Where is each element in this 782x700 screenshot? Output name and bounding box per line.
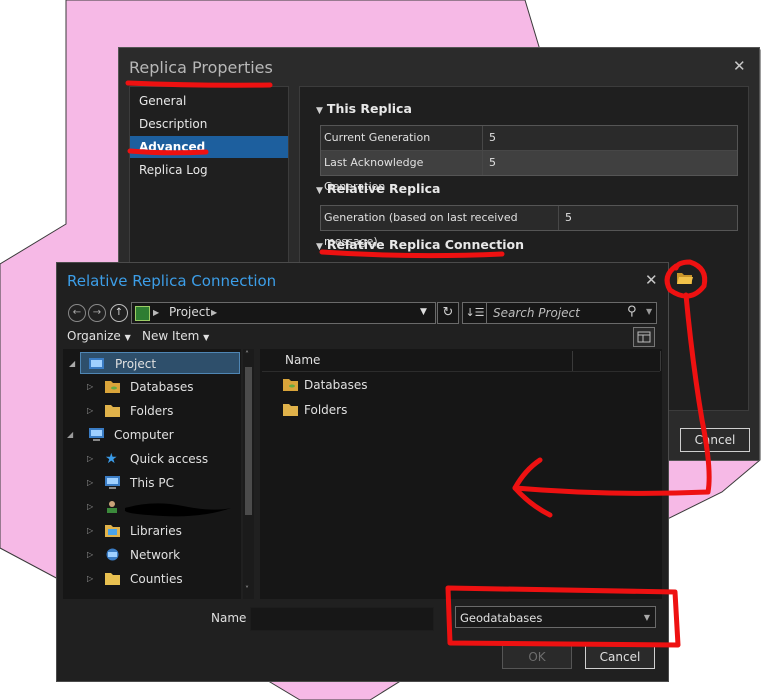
breadcrumb[interactable]: Project [169, 305, 210, 319]
pc-icon [105, 476, 120, 489]
project-icon [89, 358, 104, 369]
database-folder-icon [283, 379, 298, 391]
property-key: Current Generation [321, 126, 483, 150]
open-folder-icon[interactable] [676, 271, 694, 290]
search-box: ⚲ ▼ [486, 302, 657, 324]
breadcrumb-separator-icon: ▶ [211, 308, 218, 317]
relative-replica-table: Generation (based on last received messa… [320, 205, 738, 248]
this-replica-table: Current Generation 5 Last Acknowledge Ge… [320, 125, 738, 193]
folder-icon [283, 404, 298, 416]
expand-arrow-icon[interactable]: ▷ [87, 400, 97, 422]
breadcrumb-separator-icon: ▶ [153, 308, 160, 317]
expand-arrow-icon[interactable]: ▷ [87, 496, 97, 518]
table-row: Current Generation 5 [321, 126, 737, 151]
navigation-tree: Project ◢ ▷ Databases ▷ Folders ◢ Comput… [63, 349, 241, 599]
project-icon [135, 306, 150, 321]
chevron-down-icon: ▼ [316, 242, 323, 252]
redaction-mark [124, 503, 231, 517]
ok-button[interactable]: OK [502, 645, 572, 669]
expand-arrow-icon[interactable]: ▷ [87, 376, 97, 398]
property-key: Last Acknowledge Generation [321, 151, 483, 193]
cancel-button[interactable]: Cancel [585, 645, 655, 669]
view-options-icon[interactable] [633, 327, 655, 347]
folder-icon [105, 573, 120, 585]
dialog-title: Replica Properties [129, 58, 273, 77]
tree-item-project[interactable]: Project [80, 352, 240, 374]
chevron-down-icon[interactable]: ▼ [420, 307, 427, 317]
expand-arrow-icon[interactable]: ▷ [87, 544, 97, 566]
nav-item-general[interactable]: General [130, 90, 288, 112]
expand-arrow-icon[interactable]: ▷ [87, 472, 97, 494]
star-icon: ★ [105, 451, 118, 467]
new-item-button[interactable]: New Item ▼ [142, 329, 209, 343]
libraries-icon [105, 525, 120, 537]
organize-button[interactable]: Organize ▼ [67, 329, 131, 343]
section-relative-replica[interactable]: ▼ Relative Replica [316, 181, 440, 196]
back-icon[interactable]: ← [68, 304, 86, 322]
name-label: Name [211, 611, 247, 625]
nav-item-advanced[interactable]: Advanced [130, 136, 288, 158]
address-bar[interactable]: ▶ Project ▶ ▼ [131, 302, 436, 324]
expand-arrow-icon[interactable]: ▷ [87, 448, 97, 470]
nav-item-description[interactable]: Description [130, 113, 288, 135]
section-relative-replica-connection[interactable]: ▼ Relative Replica Connection [316, 237, 524, 252]
section-this-replica[interactable]: ▼ This Replica [316, 101, 412, 116]
network-icon [106, 548, 119, 561]
chevron-down-icon: ▼ [203, 333, 210, 342]
database-folder-icon [105, 381, 120, 393]
chevron-down-icon: ▼ [316, 186, 323, 196]
property-value: 5 [489, 131, 496, 144]
column-header-row [262, 351, 660, 372]
search-icon: ⚲ [627, 304, 637, 319]
sort-icon[interactable]: ↓☰ [462, 302, 487, 324]
name-input[interactable] [250, 607, 434, 631]
chevron-down-icon[interactable]: ▼ [646, 307, 652, 316]
forward-icon[interactable]: → [88, 304, 106, 322]
column-divider[interactable] [660, 351, 661, 371]
file-type-select[interactable]: Geodatabases ▼ [455, 606, 656, 628]
refresh-icon[interactable]: ↻ [437, 302, 459, 324]
chevron-down-icon: ▼ [316, 106, 323, 116]
property-key: Generation (based on last received messa… [321, 206, 559, 248]
up-icon[interactable]: ↑ [110, 304, 128, 322]
column-header-name[interactable]: Name [285, 353, 320, 367]
nav-item-replica-log[interactable]: Replica Log [130, 159, 288, 181]
expand-arrow-icon[interactable]: ◢ [69, 359, 75, 368]
search-input[interactable] [491, 304, 625, 322]
column-divider[interactable] [572, 351, 573, 371]
table-row: Generation (based on last received messa… [321, 206, 737, 248]
property-value: 5 [565, 211, 572, 224]
table-row: Last Acknowledge Generation 5 [321, 151, 737, 193]
chevron-down-icon: ▼ [124, 333, 131, 342]
property-value: 5 [489, 156, 496, 169]
computer-icon [89, 428, 104, 441]
expand-arrow-icon[interactable]: ◢ [67, 424, 77, 446]
expand-arrow-icon[interactable]: ▷ [87, 520, 97, 542]
scroll-down-icon[interactable]: ˅ [245, 585, 249, 594]
dialog-title: Relative Replica Connection [67, 272, 277, 290]
user-icon [107, 501, 117, 513]
relative-replica-connection-dialog: Relative Replica Connection ✕ ← → ↑ ▶ Pr… [56, 262, 669, 682]
scrollbar-thumb[interactable] [245, 367, 252, 515]
folder-icon [105, 405, 120, 417]
close-icon[interactable]: ✕ [645, 271, 658, 289]
chevron-down-icon: ▼ [643, 613, 650, 622]
expand-arrow-icon[interactable]: ▷ [87, 568, 97, 590]
cancel-button[interactable]: Cancel [680, 428, 750, 452]
scroll-up-icon[interactable]: ˄ [245, 350, 249, 359]
close-icon[interactable]: ✕ [733, 57, 746, 75]
